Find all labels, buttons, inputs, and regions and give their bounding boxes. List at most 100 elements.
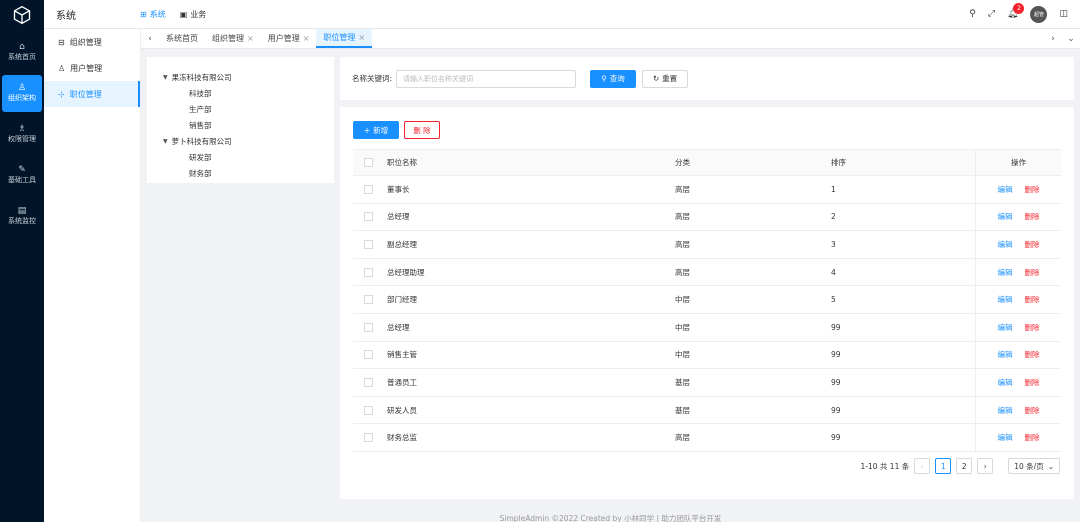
delete-link[interactable]: 删除 (1025, 377, 1040, 388)
rail-item-home[interactable]: ⌂ 系统首页 (0, 34, 44, 71)
top-nav-business[interactable]: ▣ 业务 (180, 9, 207, 20)
search-label: 名称关键词: (352, 74, 393, 83)
row-checkbox[interactable] (363, 212, 373, 222)
delete-link[interactable]: 删除 (1025, 211, 1040, 222)
delete-link[interactable]: 删除 (1025, 239, 1040, 250)
delete-link[interactable]: 删除 (1025, 349, 1040, 360)
reset-button[interactable]: ↻ 重置 (642, 69, 689, 88)
row-checkbox[interactable] (363, 239, 373, 249)
batch-delete-button[interactable]: 删 除 (404, 121, 440, 139)
table-row: 总经理 中层 99 编辑 删除 (353, 313, 1061, 342)
rail-item-label: 权限管理 (8, 135, 36, 143)
column-header-name[interactable]: 职位名称 (383, 157, 673, 168)
keyword-input[interactable] (396, 69, 577, 88)
tree-department[interactable]: 财务部 (163, 165, 334, 181)
delete-link[interactable]: 删除 (1025, 405, 1040, 416)
edit-link[interactable]: 编辑 (998, 377, 1013, 388)
delete-link[interactable]: 删除 (1025, 322, 1040, 333)
query-button[interactable]: ⚲ 查询 (590, 69, 637, 88)
cell-position-name: 财务总监 (387, 433, 417, 443)
tree-department[interactable]: 研发部 (163, 149, 334, 165)
row-checkbox[interactable] (363, 433, 373, 443)
tree-department[interactable]: 科技部 (163, 85, 334, 101)
tree-company[interactable]: ▼ 果冻科技有限公司 (163, 69, 334, 85)
row-checkbox[interactable] (363, 405, 373, 415)
chevron-down-icon[interactable]: ⌄ (1062, 29, 1080, 48)
cell-sort: 99 (831, 350, 841, 360)
row-checkbox[interactable] (363, 377, 373, 387)
delete-link[interactable]: 删除 (1025, 267, 1040, 278)
search-icon: ⚲ (601, 74, 607, 83)
edit-link[interactable]: 编辑 (998, 349, 1013, 360)
search-icon[interactable]: ⚲ (969, 9, 976, 19)
tab-users[interactable]: 用户管理 × (261, 29, 317, 48)
tab-scroll-left-icon[interactable]: ‹ (141, 29, 159, 48)
table-row: 部门经理 中层 5 编辑 删除 (353, 286, 1061, 314)
edit-link[interactable]: 编辑 (998, 405, 1013, 416)
edit-link[interactable]: 编辑 (998, 294, 1013, 305)
edit-link[interactable]: 编辑 (998, 322, 1013, 333)
row-checkbox[interactable] (363, 184, 373, 194)
top-nav-label: 系统 (149, 9, 166, 19)
tree-company-label: 萝卜科技有限公司 (171, 136, 232, 146)
page-button-1[interactable]: 1 (935, 458, 952, 474)
app-logo[interactable] (0, 0, 44, 30)
caret-down-icon[interactable]: ▼ (163, 74, 168, 81)
tree-department[interactable]: 销售部 (163, 117, 334, 133)
notification-button[interactable]: 🔔︎ 2 (1007, 3, 1025, 19)
row-checkbox[interactable] (363, 322, 373, 332)
cube-logo-icon (13, 5, 31, 25)
tab-label: 用户管理 (267, 34, 300, 43)
add-button[interactable]: + 新增 (353, 121, 399, 139)
tab-scroll-right-icon[interactable]: › (1044, 29, 1062, 48)
cell-sort: 99 (831, 322, 841, 332)
column-header-sort[interactable]: 排序 (825, 157, 975, 168)
row-checkbox[interactable] (363, 350, 373, 360)
position-table: 职位名称 分类 排序 操作 董事长 高层 1 编辑 删除 总经理 高层 2 编辑 删除 副总经理 高层… (353, 149, 1061, 452)
tab-org[interactable]: 组织管理 × (205, 29, 261, 48)
tree-department[interactable]: 生产部 (163, 101, 334, 117)
edit-link[interactable]: 编辑 (998, 267, 1013, 278)
tab-positions[interactable]: 职位管理 × (316, 29, 373, 48)
rail-item-monitor[interactable]: ▤ 系统监控 (0, 198, 44, 235)
rail-item-org[interactable]: ♙ 组织架构 (2, 75, 42, 112)
row-checkbox[interactable] (363, 267, 373, 277)
tab-home[interactable]: 系统首页 (159, 29, 205, 48)
cell-category: 中层 (675, 295, 690, 305)
top-nav-system[interactable]: ⊞ 系统 (140, 9, 166, 20)
rail-item-permission[interactable]: ♗ 权限管理 (0, 116, 44, 153)
select-all-checkbox[interactable] (363, 158, 373, 167)
caret-down-icon[interactable]: ▼ (163, 138, 168, 145)
edit-link[interactable]: 编辑 (998, 239, 1013, 250)
tree-company-label: 果冻科技有限公司 (171, 72, 232, 82)
tree-company[interactable]: ▼ 萝卜科技有限公司 (163, 133, 334, 149)
close-icon[interactable]: × (247, 34, 254, 43)
submenu-item-org[interactable]: ⊟ 组织管理 (44, 29, 140, 55)
layout-toggle-icon[interactable]: ◫ (1059, 9, 1068, 19)
close-icon[interactable]: × (358, 33, 365, 42)
column-header-ops: 操作 (975, 150, 1061, 175)
column-header-type[interactable]: 分类 (673, 157, 825, 168)
delete-link[interactable]: 删除 (1025, 294, 1040, 305)
submenu-item-users[interactable]: ♙ 用户管理 (44, 55, 140, 81)
query-button-label: 查询 (609, 74, 625, 83)
edit-link[interactable]: 编辑 (998, 432, 1013, 443)
submenu-item-positions[interactable]: ⊹ 职位管理 (44, 81, 140, 107)
pagination-summary: 1-10 共 11 条 (860, 461, 910, 471)
edit-link[interactable]: 编辑 (998, 211, 1013, 222)
header-actions: ⚲ ⤢ 🔔︎ 2 超管 ◫ (969, 3, 1080, 23)
page-size-select[interactable]: 10 条/页 ⌄ (1008, 458, 1060, 474)
avatar[interactable]: 超管 (1030, 5, 1048, 23)
next-page-button[interactable]: › (977, 458, 994, 474)
close-icon[interactable]: × (303, 34, 310, 43)
prev-page-button[interactable]: ‹ (914, 458, 931, 474)
delete-link[interactable]: 删除 (1025, 184, 1040, 195)
row-checkbox[interactable] (363, 295, 373, 305)
plus-icon: + (363, 125, 371, 135)
table-row: 销售主管 中层 99 编辑 删除 (353, 341, 1061, 370)
fullscreen-icon[interactable]: ⤢ (988, 9, 995, 19)
delete-link[interactable]: 删除 (1025, 432, 1040, 443)
page-button-2[interactable]: 2 (956, 458, 973, 474)
rail-item-tools[interactable]: ✎ 基础工具 (0, 157, 44, 194)
edit-link[interactable]: 编辑 (998, 184, 1013, 195)
